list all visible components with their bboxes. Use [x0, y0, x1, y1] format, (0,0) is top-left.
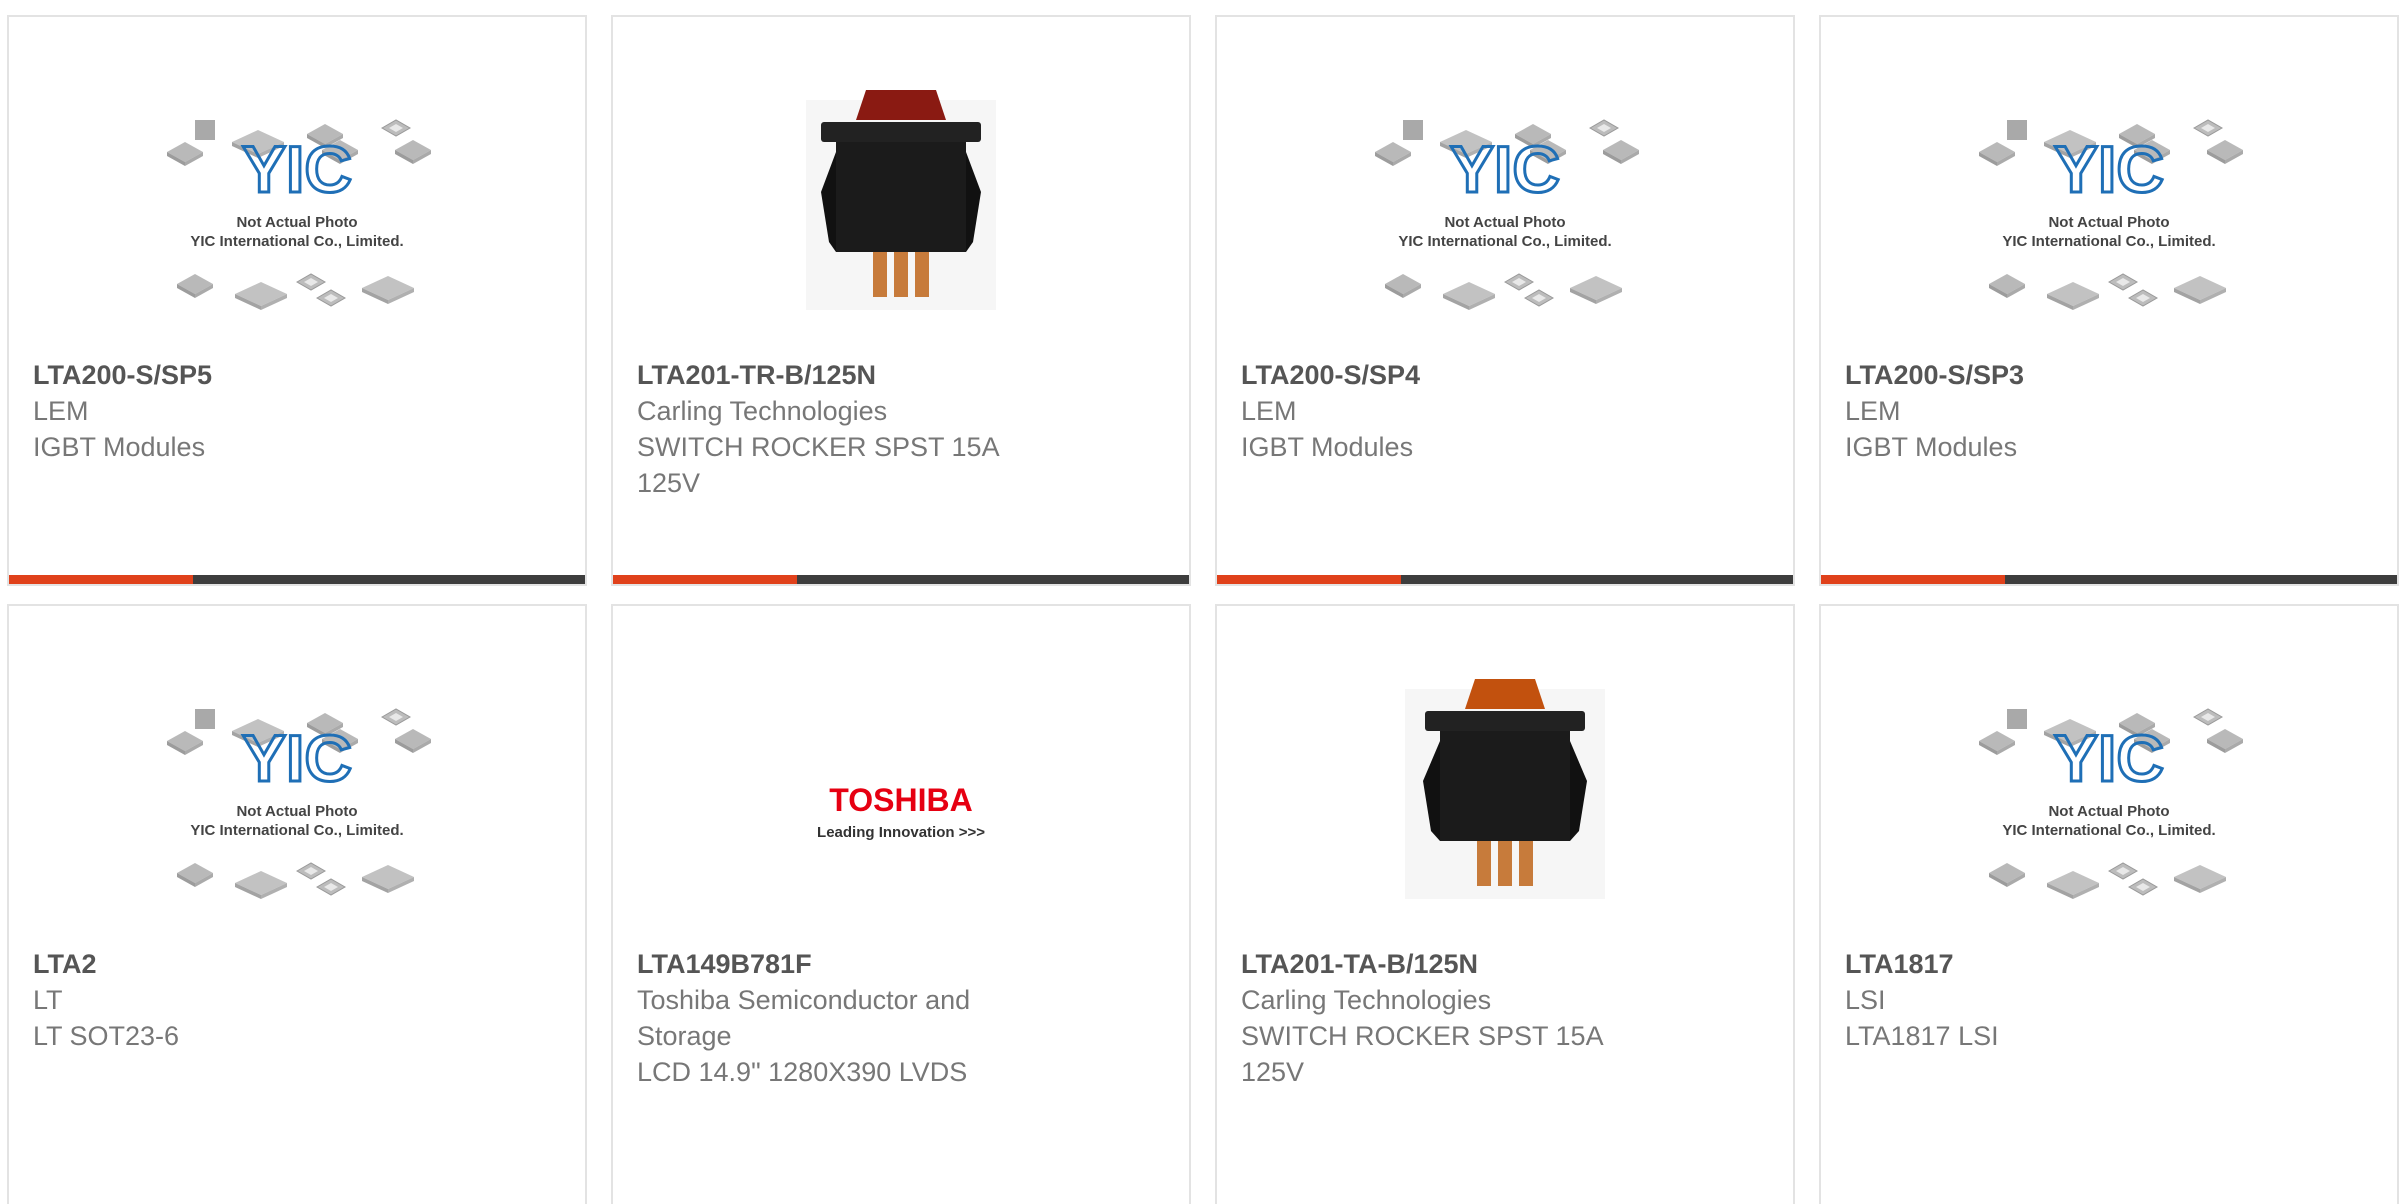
- description-line-2: 125V: [637, 468, 701, 498]
- card-bar: [1821, 575, 2397, 584]
- yic-placeholder-image: YIC Not Actual Photo YIC International C…: [1959, 87, 2259, 337]
- product-image[interactable]: YIC Not Actual Photo YIC International C…: [9, 87, 585, 337]
- card-bar-accent: [1821, 575, 2006, 584]
- yic-logo: YIC: [2054, 721, 2164, 795]
- card-bar: [9, 575, 585, 584]
- card-bar: [1217, 575, 1793, 584]
- part-number[interactable]: LTA201-TR-B/125N: [637, 357, 1037, 393]
- description: IGBT Modules: [1241, 432, 1414, 462]
- placeholder-caption-2: YIC International Co., Limited.: [190, 233, 403, 250]
- placeholder-caption-1: Not Actual Photo: [2048, 214, 2169, 231]
- product-image[interactable]: TOSHIBA Leading Innovation >>>: [613, 676, 1189, 926]
- card-bar-accent: [9, 575, 194, 584]
- manufacturer: LSI: [1845, 985, 1886, 1015]
- part-number[interactable]: LTA149B781F: [637, 946, 1037, 982]
- toshiba-logo-image: TOSHIBA Leading Innovation >>>: [817, 782, 985, 841]
- placeholder-caption-2: YIC International Co., Limited.: [2002, 822, 2215, 839]
- product-card[interactable]: YIC Not Actual Photo YIC International C…: [1215, 15, 1795, 586]
- toshiba-tagline: Leading Innovation >>>: [817, 824, 985, 841]
- part-number[interactable]: LTA200-S/SP3: [1845, 357, 2245, 393]
- placeholder-caption-1: Not Actual Photo: [2048, 803, 2169, 820]
- manufacturer: Carling Technologies: [637, 396, 888, 426]
- product-card[interactable]: YIC Not Actual Photo YIC International C…: [7, 604, 587, 1204]
- yic-placeholder-image: YIC Not Actual Photo YIC International C…: [1355, 87, 1655, 337]
- toshiba-logo: TOSHIBA: [829, 782, 972, 818]
- yic-placeholder-image: YIC Not Actual Photo YIC International C…: [1959, 676, 2259, 926]
- description: IGBT Modules: [1845, 432, 2018, 462]
- rocker-switch-red-image: [806, 90, 996, 310]
- product-card[interactable]: LTA201-TR-B/125N Carling Technologies SW…: [611, 15, 1191, 586]
- manufacturer: LEM: [1845, 396, 1901, 426]
- product-card[interactable]: TOSHIBA Leading Innovation >>> LTA149B78…: [611, 604, 1191, 1204]
- manufacturer: LEM: [33, 396, 89, 426]
- part-number[interactable]: LTA2: [33, 946, 433, 982]
- product-grid: YIC Not Actual Photo YIC International C…: [0, 0, 2400, 1204]
- description-line-2: 125V: [1241, 1057, 1305, 1087]
- placeholder-caption-1: Not Actual Photo: [236, 214, 357, 231]
- product-card[interactable]: YIC Not Actual Photo YIC International C…: [1819, 15, 2399, 586]
- yic-placeholder-image: YIC Not Actual Photo YIC International C…: [147, 676, 447, 926]
- product-card[interactable]: YIC Not Actual Photo YIC International C…: [1819, 604, 2399, 1204]
- description: LT SOT23-6: [33, 1021, 180, 1051]
- manufacturer: LT: [33, 985, 63, 1015]
- manufacturer: Carling Technologies: [1241, 985, 1492, 1015]
- product-image[interactable]: YIC Not Actual Photo YIC International C…: [1821, 87, 2397, 337]
- yic-logo: YIC: [242, 721, 352, 795]
- yic-logo: YIC: [1450, 132, 1560, 206]
- rocker-switch-amber-image: [1405, 679, 1605, 899]
- manufacturer-line-1: Toshiba Semiconductor and: [637, 985, 971, 1015]
- card-bar-accent: [1217, 575, 1402, 584]
- product-image[interactable]: YIC Not Actual Photo YIC International C…: [1217, 87, 1793, 337]
- yic-placeholder-image: YIC Not Actual Photo YIC International C…: [147, 87, 447, 337]
- product-image[interactable]: [613, 87, 1189, 337]
- manufacturer-line-2: Storage: [637, 1021, 732, 1051]
- yic-logo: YIC: [242, 132, 352, 206]
- description: IGBT Modules: [33, 432, 206, 462]
- part-number[interactable]: LTA1817: [1845, 946, 2245, 982]
- placeholder-caption-2: YIC International Co., Limited.: [1398, 233, 1611, 250]
- part-number[interactable]: LTA200-S/SP4: [1241, 357, 1641, 393]
- product-card[interactable]: LTA201-TA-B/125N Carling Technologies SW…: [1215, 604, 1795, 1204]
- part-number[interactable]: LTA200-S/SP5: [33, 357, 433, 393]
- product-image[interactable]: [1217, 676, 1793, 926]
- description-line-1: SWITCH ROCKER SPST 15A: [1241, 1021, 1604, 1051]
- placeholder-caption-1: Not Actual Photo: [1444, 214, 1565, 231]
- description-line-1: SWITCH ROCKER SPST 15A: [637, 432, 1000, 462]
- placeholder-caption-1: Not Actual Photo: [236, 803, 357, 820]
- description: LCD 14.9" 1280X390 LVDS: [637, 1057, 968, 1087]
- product-image[interactable]: YIC Not Actual Photo YIC International C…: [9, 676, 585, 926]
- card-bar: [613, 575, 1189, 584]
- description: LTA1817 LSI: [1845, 1021, 1999, 1051]
- part-number[interactable]: LTA201-TA-B/125N: [1241, 946, 1641, 982]
- card-bar-accent: [613, 575, 798, 584]
- yic-logo: YIC: [2054, 132, 2164, 206]
- placeholder-caption-2: YIC International Co., Limited.: [2002, 233, 2215, 250]
- manufacturer: LEM: [1241, 396, 1297, 426]
- product-image[interactable]: YIC Not Actual Photo YIC International C…: [1821, 676, 2397, 926]
- placeholder-caption-2: YIC International Co., Limited.: [190, 822, 403, 839]
- product-card[interactable]: YIC Not Actual Photo YIC International C…: [7, 15, 587, 586]
